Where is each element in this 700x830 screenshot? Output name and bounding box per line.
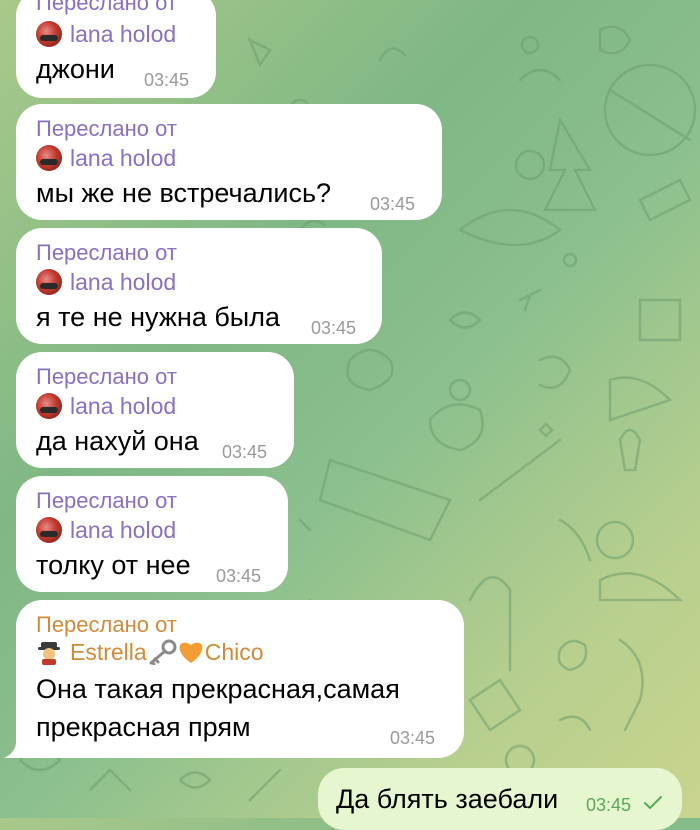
sender-name-part2: Chico (204, 639, 264, 665)
message-bubble[interactable]: Переслано от lana holod я те не нужна бы… (16, 228, 382, 344)
message-time: 03:45 (370, 194, 416, 214)
message-time: 03:45 (222, 442, 268, 462)
forwarded-sender[interactable]: lana holod (36, 144, 176, 172)
check-icon (644, 796, 662, 809)
forwarded-label: Переслано от (36, 0, 177, 15)
message-text-line2: прекрасная прям (36, 712, 251, 742)
message-time: 03:45 (311, 318, 357, 338)
forwarded-label: Переслано от (36, 364, 177, 389)
message-text: я те не нужна была (36, 302, 280, 332)
message-text: джони (36, 54, 115, 84)
sender-avatar (36, 21, 62, 47)
message-bubble[interactable]: Переслано от lana holod толку от нее 03:… (16, 476, 288, 592)
message-bubble[interactable]: Переслано от lana holod да нахуй она 03:… (16, 352, 294, 468)
orange-heart-icon (179, 642, 203, 663)
forwarded-sender[interactable]: Estrella Chico (36, 638, 264, 666)
detective-emoji-icon (38, 642, 60, 665)
sender-name: lana holod (70, 269, 177, 295)
message-time: 03:45 (144, 70, 190, 90)
message-time: 03:45 (390, 728, 436, 748)
message-text: толку от нее (36, 550, 191, 580)
message-text-line1: Она такая прекрасная,самая (36, 674, 400, 704)
forwarded-label: Переслано от (36, 240, 177, 265)
sender-name: lana holod (70, 517, 177, 543)
outgoing-message-time: 03:45 (586, 795, 632, 815)
sender-name: lana holod (70, 393, 177, 419)
forwarded-sender[interactable]: lana holod (36, 268, 176, 296)
message-bubble[interactable]: Переслано от Estrella Chico Она такая пр… (16, 600, 464, 758)
sender-name: lana holod (70, 21, 177, 47)
sender-avatar (36, 269, 62, 295)
outgoing-message-text: Да блять заебали (336, 784, 559, 814)
forwarded-sender[interactable]: lana holod (36, 20, 176, 48)
message-bubble[interactable]: Переслано от lana holod джони 03:45 (16, 0, 216, 98)
sender-name-part1: Estrella (70, 639, 147, 665)
forwarded-label: Переслано от (36, 488, 177, 513)
outgoing-message-bubble[interactable]: Да блять заебали 03:45 (318, 768, 682, 830)
sender-avatar (36, 145, 62, 171)
message-text: мы же не встречались? (36, 178, 332, 208)
forwarded-sender[interactable]: lana holod (36, 516, 176, 544)
message-bubble[interactable]: Переслано от lana holod мы же не встреча… (16, 104, 442, 220)
message-text: да нахуй она (36, 426, 199, 456)
sender-name: lana holod (70, 145, 177, 171)
sender-avatar (36, 393, 62, 419)
forwarded-label: Переслано от (36, 116, 177, 141)
forwarded-label: Переслано от (36, 612, 177, 637)
message-time: 03:45 (216, 566, 262, 586)
key-emoji-icon (149, 639, 177, 665)
forwarded-sender[interactable]: lana holod (36, 392, 176, 420)
sender-avatar (36, 517, 62, 543)
